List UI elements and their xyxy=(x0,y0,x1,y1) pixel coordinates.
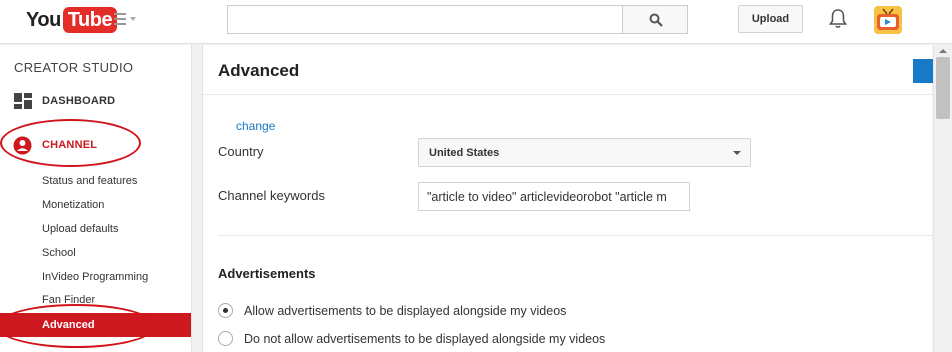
sidebar-item-invideo-programming[interactable]: InVideo Programming xyxy=(42,271,148,283)
ads-disallow-radio[interactable] xyxy=(218,331,233,346)
annotation-ring-channel xyxy=(0,119,141,167)
logo-tube-text: Tube xyxy=(62,7,118,33)
sidebar-item-upload-defaults[interactable]: Upload defaults xyxy=(42,223,118,235)
bell-icon[interactable] xyxy=(828,8,848,35)
logo-you-text: You xyxy=(26,8,61,31)
ads-allow-radio[interactable] xyxy=(218,303,233,318)
search-icon xyxy=(649,13,663,27)
menu-icon[interactable] xyxy=(114,13,140,27)
search-input[interactable] xyxy=(227,5,623,34)
main-panel: Advanced change Country United States Ch… xyxy=(202,45,933,352)
sidebar-item-status-features[interactable]: Status and features xyxy=(42,175,137,187)
search-button[interactable] xyxy=(622,5,688,34)
page-title: Advanced xyxy=(218,61,300,80)
sidebar-item-school[interactable]: School xyxy=(42,247,76,259)
ads-disallow-label: Do not allow advertisements to be displa… xyxy=(244,331,606,346)
dashboard-icon xyxy=(14,93,32,109)
section-divider xyxy=(218,235,933,236)
sidebar-item-monetization[interactable]: Monetization xyxy=(42,199,104,211)
annotation-ring-advanced xyxy=(0,304,156,348)
country-label: Country xyxy=(218,144,264,159)
advertisements-title: Advertisements xyxy=(218,266,316,281)
page-scrollbar[interactable] xyxy=(933,45,952,352)
save-button[interactable] xyxy=(913,59,933,83)
scroll-thumb[interactable] xyxy=(936,57,950,119)
channel-keywords-input[interactable]: "article to video" articlevideorobot "ar… xyxy=(418,182,690,211)
dropdown-caret-icon xyxy=(733,151,741,155)
sidebar-dashboard-label: DASHBOARD xyxy=(42,95,116,107)
change-link[interactable]: change xyxy=(236,119,275,133)
ads-allow-option[interactable]: Allow advertisements to be displayed alo… xyxy=(218,303,566,318)
ads-allow-label: Allow advertisements to be displayed alo… xyxy=(244,303,567,318)
country-value: United States xyxy=(429,147,500,159)
avatar-icon[interactable] xyxy=(874,6,902,34)
ads-disallow-option[interactable]: Do not allow advertisements to be displa… xyxy=(218,331,605,346)
youtube-logo[interactable]: You Tube xyxy=(26,7,118,33)
channel-keywords-label: Channel keywords xyxy=(218,188,325,203)
scroll-up-arrow-icon[interactable] xyxy=(939,49,947,53)
sidebar-item-dashboard[interactable]: DASHBOARD xyxy=(0,89,192,113)
creator-studio-title: CREATOR STUDIO xyxy=(14,60,134,75)
upload-button[interactable]: Upload xyxy=(738,5,803,33)
country-select[interactable]: United States xyxy=(418,138,751,167)
page-header: Advanced xyxy=(203,45,933,95)
top-bar: You Tube Upload xyxy=(0,0,952,44)
